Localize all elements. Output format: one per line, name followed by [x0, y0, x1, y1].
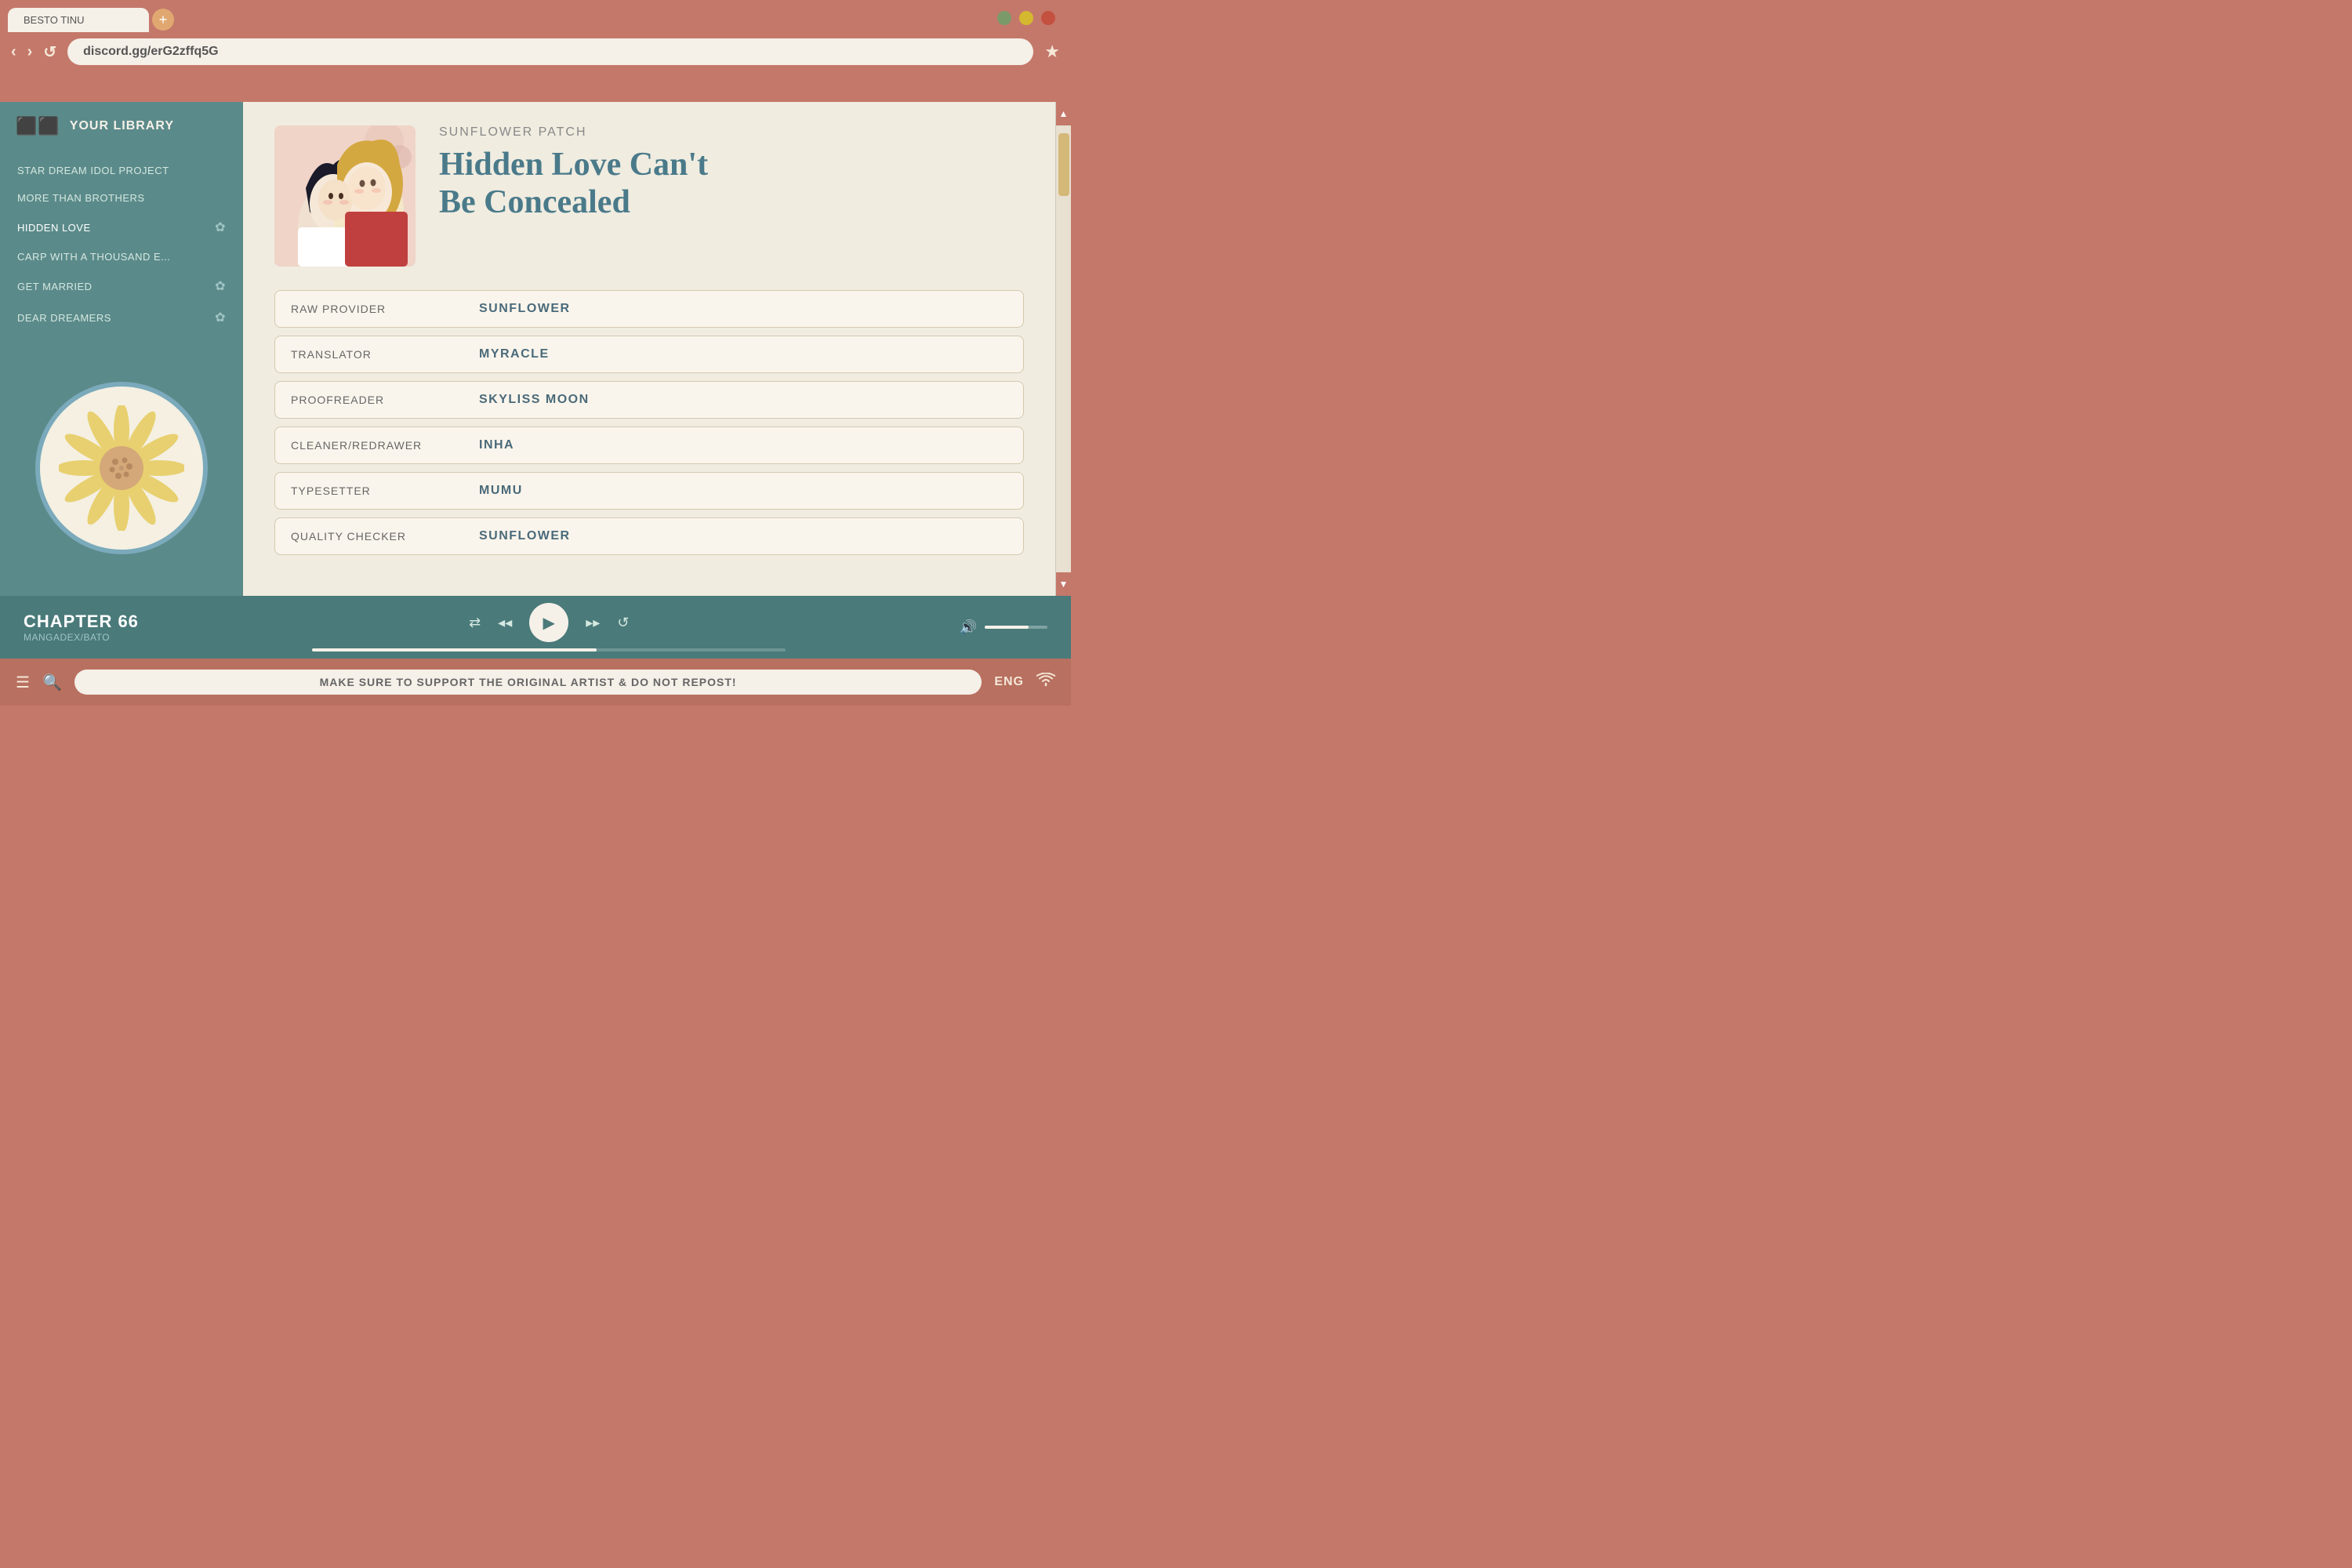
- credit-value-translator: MYRACLE: [463, 336, 565, 372]
- manga-info: SUNFLOWER PATCH Hidden Love Can't Be Con…: [439, 125, 1024, 267]
- sidebar-items: STAR DREAM IDOL PROJECT MORE THAN BROTHE…: [0, 151, 243, 339]
- shuffle-button[interactable]: ⇄: [469, 615, 481, 631]
- menu-icon[interactable]: ☰: [16, 673, 30, 692]
- scanlator-name: SUNFLOWER PATCH: [439, 125, 1024, 140]
- wifi-svg: [1036, 673, 1055, 687]
- sidebar-item-label: MORE THAN BROTHERS: [17, 192, 145, 204]
- library-label: YOUR LIBRARY: [70, 119, 174, 133]
- sidebar-item-more-than-brothers[interactable]: MORE THAN BROTHERS: [0, 184, 243, 212]
- sidebar-item-label: GET MARRIED: [17, 281, 93, 292]
- notice-text: MAKE SURE TO SUPPORT THE ORIGINAL ARTIST…: [320, 676, 737, 688]
- credit-label-qc: QUALITY CHECKER: [275, 519, 463, 554]
- cover-art: [274, 125, 416, 267]
- new-tab-button[interactable]: +: [152, 9, 174, 31]
- volume-bar[interactable]: [985, 626, 1047, 629]
- address-bar-row: ‹ › ↺ discord.gg/erG2zffq5G ★: [0, 32, 1071, 71]
- forward-button[interactable]: ›: [27, 43, 33, 61]
- heart-icon-3: ✿: [215, 310, 226, 325]
- credit-value-typesetter: MUMU: [463, 473, 539, 509]
- active-tab[interactable]: BESTO TINU: [8, 8, 149, 32]
- sidebar-item-label: STAR DREAM IDOL PROJECT: [17, 165, 169, 176]
- credit-row-raw: RAW PROVIDER SUNFLOWER: [274, 290, 1024, 328]
- sidebar-item-get-married[interactable]: GET MARRIED ✿: [0, 270, 243, 302]
- sidebar-item-label: DEAR DREAMERS: [17, 312, 111, 324]
- maximize-button[interactable]: [1019, 11, 1033, 25]
- search-icon[interactable]: 🔍: [42, 673, 62, 692]
- bottom-bar: ☰ 🔍 MAKE SURE TO SUPPORT THE ORIGINAL AR…: [0, 659, 1071, 706]
- next-button[interactable]: ▸▸: [586, 615, 600, 631]
- credit-label-typesetter: TYPESETTER: [275, 474, 463, 508]
- credit-row-qc: QUALITY CHECKER SUNFLOWER: [274, 517, 1024, 555]
- content-area: SUNFLOWER PATCH Hidden Love Can't Be Con…: [243, 102, 1055, 596]
- volume-control: 🔊: [960, 619, 1047, 636]
- bookmark-button[interactable]: ★: [1044, 42, 1060, 62]
- volume-icon: 🔊: [960, 619, 977, 636]
- credit-value-proofreader: SKYLISS MOON: [463, 382, 605, 418]
- player-controls: ⇄ ◂◂ ▶ ▸▸ ↺: [154, 603, 944, 652]
- control-buttons: ⇄ ◂◂ ▶ ▸▸ ↺: [469, 603, 629, 642]
- tab-bar: BESTO TINU +: [0, 0, 1071, 32]
- credits-table: RAW PROVIDER SUNFLOWER TRANSLATOR MYRACL…: [274, 290, 1024, 555]
- repeat-button[interactable]: ↺: [617, 615, 629, 631]
- content-scroll-wrapper: SUNFLOWER PATCH Hidden Love Can't Be Con…: [243, 102, 1071, 596]
- credit-row-proofreader: PROOFREADER SKYLISS MOON: [274, 381, 1024, 419]
- prev-button[interactable]: ◂◂: [498, 615, 512, 631]
- close-button[interactable]: [1041, 11, 1055, 25]
- progress-bar[interactable]: [312, 648, 786, 652]
- sidebar: ⬛⬛ YOUR LIBRARY STAR DREAM IDOL PROJECT …: [0, 102, 243, 596]
- scroll-up-button[interactable]: ▲: [1056, 102, 1071, 125]
- heart-icon: ✿: [215, 220, 226, 235]
- sidebar-item-carp[interactable]: CARP WITH A THOUSAND E...: [0, 243, 243, 270]
- sunflower-circle: [35, 382, 208, 554]
- chapter-info: CHAPTER 66 MANGADEX/BATO: [24, 612, 139, 643]
- sidebar-item-label: HIDDEN LOVE: [17, 222, 91, 234]
- address-bar[interactable]: discord.gg/erG2zffq5G: [67, 38, 1033, 65]
- manga-cover: [274, 125, 416, 267]
- window-controls: [997, 11, 1055, 25]
- heart-icon-2: ✿: [215, 278, 226, 294]
- credit-label-cleaner: CLEANER/REDRAWER: [275, 428, 463, 463]
- sidebar-logo: [0, 339, 243, 596]
- scroll-thumb[interactable]: [1058, 133, 1069, 196]
- chapter-number: CHAPTER 66: [24, 612, 139, 632]
- tab-label: BESTO TINU: [24, 14, 85, 26]
- main-area: ⬛⬛ YOUR LIBRARY STAR DREAM IDOL PROJECT …: [0, 102, 1071, 596]
- chapter-source: MANGADEX/BATO: [24, 632, 139, 643]
- volume-fill: [985, 626, 1029, 629]
- credit-label-proofreader: PROOFREADER: [275, 383, 463, 417]
- sidebar-item-dear-dreamers[interactable]: DEAR DREAMERS ✿: [0, 302, 243, 333]
- cover-art-svg: [274, 125, 416, 267]
- credit-value-qc: SUNFLOWER: [463, 518, 586, 554]
- play-button[interactable]: ▶: [529, 603, 568, 642]
- sunflower-svg: [59, 405, 184, 531]
- manga-title: Hidden Love Can't Be Concealed: [439, 146, 1024, 222]
- browser-chrome: BESTO TINU + ‹ › ↺ discord.gg/erG2zffq5G…: [0, 0, 1071, 102]
- refresh-button[interactable]: ↺: [43, 42, 56, 62]
- sidebar-item-label: CARP WITH A THOUSAND E...: [17, 251, 171, 263]
- progress-fill: [312, 648, 596, 652]
- scroll-down-button[interactable]: ▼: [1056, 572, 1071, 596]
- credit-row-typesetter: TYPESETTER MUMU: [274, 472, 1024, 510]
- sidebar-item-hidden-love[interactable]: HIDDEN LOVE ✿: [0, 212, 243, 243]
- credit-value-cleaner: INHA: [463, 427, 530, 463]
- scrollbar-track: ▲ ▼: [1055, 102, 1071, 596]
- credit-row-cleaner: CLEANER/REDRAWER INHA: [274, 426, 1024, 464]
- wifi-icon: [1036, 673, 1055, 691]
- notice-bar: MAKE SURE TO SUPPORT THE ORIGINAL ARTIST…: [74, 670, 982, 695]
- minimize-button[interactable]: [997, 11, 1011, 25]
- library-header: ⬛⬛ YOUR LIBRARY: [0, 102, 243, 151]
- player-bar: CHAPTER 66 MANGADEX/BATO ⇄ ◂◂ ▶ ▸▸ ↺ 🔊: [0, 596, 1071, 659]
- sidebar-item-star-dream[interactable]: STAR DREAM IDOL PROJECT: [0, 157, 243, 184]
- credit-row-translator: TRANSLATOR MYRACLE: [274, 336, 1024, 373]
- credit-value-raw: SUNFLOWER: [463, 291, 586, 327]
- back-button[interactable]: ‹: [11, 43, 16, 61]
- credit-label-translator: TRANSLATOR: [275, 337, 463, 372]
- manga-header: SUNFLOWER PATCH Hidden Love Can't Be Con…: [274, 125, 1024, 267]
- language-button[interactable]: ENG: [994, 675, 1024, 689]
- library-icon: ⬛⬛: [16, 116, 60, 136]
- credit-label-raw: RAW PROVIDER: [275, 292, 463, 326]
